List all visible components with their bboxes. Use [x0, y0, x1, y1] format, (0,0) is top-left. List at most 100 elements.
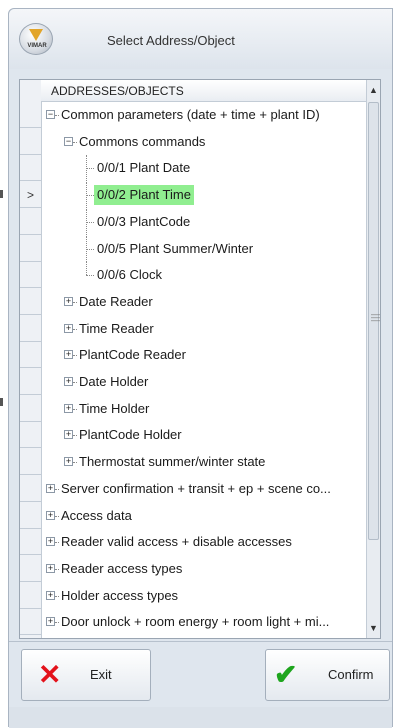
scroll-up-arrow-icon[interactable]: ▲: [367, 80, 380, 100]
expand-icon[interactable]: +: [46, 617, 55, 627]
tree-row[interactable]: + Thermostat summer/winter state: [42, 449, 366, 475]
row-header-cell[interactable]: [20, 556, 41, 582]
tree-row[interactable]: − Common parameters (date + time + plant …: [42, 102, 366, 128]
expand-icon[interactable]: +: [64, 430, 73, 440]
tree-row[interactable]: 0/0/2 Plant Time: [42, 182, 366, 209]
tree-node-label[interactable]: 0/0/3 PlantCode: [94, 212, 193, 232]
tree-row[interactable]: + Server confirmation + transit + ep + sc…: [42, 476, 366, 502]
tree-node-label[interactable]: 0/0/5 Plant Summer/Winter: [94, 239, 256, 259]
title-bar: VIMAR Select Address/Object: [9, 9, 392, 69]
tree-row[interactable]: 0/0/1 Plant Date: [42, 155, 366, 182]
row-header-cell[interactable]: [20, 369, 41, 395]
row-header-cell[interactable]: [20, 155, 41, 182]
address-tree-grid[interactable]: > ADDRESSES/OBJECTS − Common parameters (…: [19, 79, 381, 639]
expand-icon[interactable]: +: [64, 457, 73, 467]
tree-row[interactable]: + Date Holder: [42, 369, 366, 395]
tree-row[interactable]: + Door unlock + room energy + room light …: [42, 609, 366, 635]
column-header-addresses[interactable]: ADDRESSES/OBJECTS: [41, 80, 366, 102]
tree-row[interactable]: + PlantCode Holder: [42, 422, 366, 448]
tree-node-label[interactable]: Thermostat summer/winter state: [76, 452, 268, 472]
select-address-dialog: VIMAR Select Address/Object > ADDRESSES/…: [8, 8, 393, 728]
row-header-cell[interactable]: [20, 289, 41, 315]
expand-icon[interactable]: +: [64, 377, 73, 386]
current-row-indicator[interactable]: >: [20, 182, 41, 209]
row-header-column: >: [20, 80, 42, 638]
row-header-cell[interactable]: [20, 503, 41, 529]
tree-node-label[interactable]: Server confirmation + transit + ep + sce…: [58, 479, 334, 499]
expand-icon[interactable]: +: [46, 510, 55, 520]
tree-node-label[interactable]: 0/0/6 Clock: [94, 265, 165, 285]
tree-node-label[interactable]: Access data: [58, 506, 135, 526]
tree-connector: [86, 248, 94, 250]
expand-icon[interactable]: +: [64, 403, 73, 413]
row-header-cell: [20, 636, 41, 638]
tree-row[interactable]: + Date Reader: [42, 289, 366, 315]
tree-connector: [86, 208, 87, 235]
tree-row[interactable]: 0/0/5 Plant Summer/Winter: [42, 235, 366, 262]
tree-node-label[interactable]: Date Reader: [76, 292, 156, 312]
expand-icon[interactable]: +: [64, 296, 73, 306]
logo-mark-icon: [29, 29, 43, 41]
tree-row[interactable]: + Holder access types: [42, 583, 366, 609]
tree-node-label[interactable]: Door unlock + room energy + room light +…: [58, 612, 332, 632]
collapse-icon[interactable]: −: [64, 136, 73, 146]
tree-node-label[interactable]: PlantCode Holder: [76, 425, 185, 445]
expand-icon[interactable]: +: [64, 323, 73, 333]
footer-divider: [9, 641, 392, 642]
tree-connector: [86, 262, 87, 276]
exit-button[interactable]: ✕ Exit: [21, 649, 151, 701]
tree-connector: [86, 168, 94, 170]
tree-row[interactable]: 0/0/6 Clock: [42, 262, 366, 288]
expand-icon[interactable]: +: [46, 590, 55, 600]
row-header-cell[interactable]: [20, 609, 41, 636]
vertical-scrollbar[interactable]: ▲ — — — ▼: [366, 80, 380, 638]
row-header-cell[interactable]: [20, 102, 41, 128]
row-header-cell[interactable]: [20, 422, 41, 449]
tree-row[interactable]: + Reader access types: [42, 556, 366, 582]
row-header-cell[interactable]: [20, 316, 41, 342]
status-bar: [9, 707, 392, 728]
tree-node-label[interactable]: PlantCode Reader: [76, 345, 189, 365]
tree-row[interactable]: + PlantCode Reader: [42, 342, 366, 368]
confirm-button[interactable]: ✔ Confirm: [265, 649, 390, 701]
expand-icon[interactable]: +: [64, 350, 73, 360]
tree-row[interactable]: + Time Reader: [42, 316, 366, 342]
row-header-cell[interactable]: [20, 342, 41, 369]
tree-node-label[interactable]: Time Reader: [76, 319, 157, 339]
row-header-cell[interactable]: [20, 262, 41, 289]
tree-node-label[interactable]: Time Holder: [76, 399, 152, 419]
row-header-cell[interactable]: [20, 449, 41, 476]
grip-icon: — — —: [371, 309, 380, 325]
tree-row[interactable]: 0/0/3 PlantCode: [42, 208, 366, 235]
row-header-cell[interactable]: [20, 129, 41, 155]
tree-row[interactable]: + Time Holder: [42, 396, 366, 422]
expand-icon[interactable]: +: [46, 537, 55, 547]
expand-icon[interactable]: +: [46, 563, 55, 573]
tree-node-label[interactable]: Reader access types: [58, 559, 185, 579]
tree-node-label[interactable]: Date Holder: [76, 372, 151, 392]
scrollbar-thumb[interactable]: — — —: [368, 102, 380, 540]
scroll-down-arrow-icon[interactable]: ▼: [367, 618, 380, 638]
expand-icon[interactable]: +: [46, 483, 55, 493]
row-header-cell[interactable]: [20, 529, 41, 556]
row-header-cell[interactable]: [20, 236, 41, 262]
tree-connector: [86, 275, 94, 277]
row-header-cell[interactable]: [20, 396, 41, 422]
tree-node-label[interactable]: Common parameters (date + time + plant I…: [58, 105, 323, 125]
row-header-cell[interactable]: [20, 476, 41, 502]
tree-row[interactable]: + Reader valid access + disable accesses: [42, 529, 366, 555]
tree-row[interactable]: + Access data: [42, 503, 366, 529]
row-header-cell[interactable]: [20, 583, 41, 609]
tree-node-label[interactable]: 0/0/2 Plant Time: [94, 185, 194, 206]
tree-connector: [86, 155, 87, 182]
tree-node-label[interactable]: Commons commands: [76, 132, 208, 152]
collapse-icon[interactable]: −: [46, 110, 55, 119]
vimar-logo[interactable]: VIMAR: [19, 23, 53, 55]
tree-row[interactable]: − Commons commands: [42, 129, 366, 155]
logo-text: VIMAR: [27, 43, 47, 49]
edge-marker: [0, 190, 3, 198]
tree-node-label[interactable]: 0/0/1 Plant Date: [94, 158, 193, 178]
row-header-cell[interactable]: [20, 209, 41, 235]
tree-node-label[interactable]: Holder access types: [58, 586, 181, 606]
tree-node-label[interactable]: Reader valid access + disable accesses: [58, 532, 295, 552]
